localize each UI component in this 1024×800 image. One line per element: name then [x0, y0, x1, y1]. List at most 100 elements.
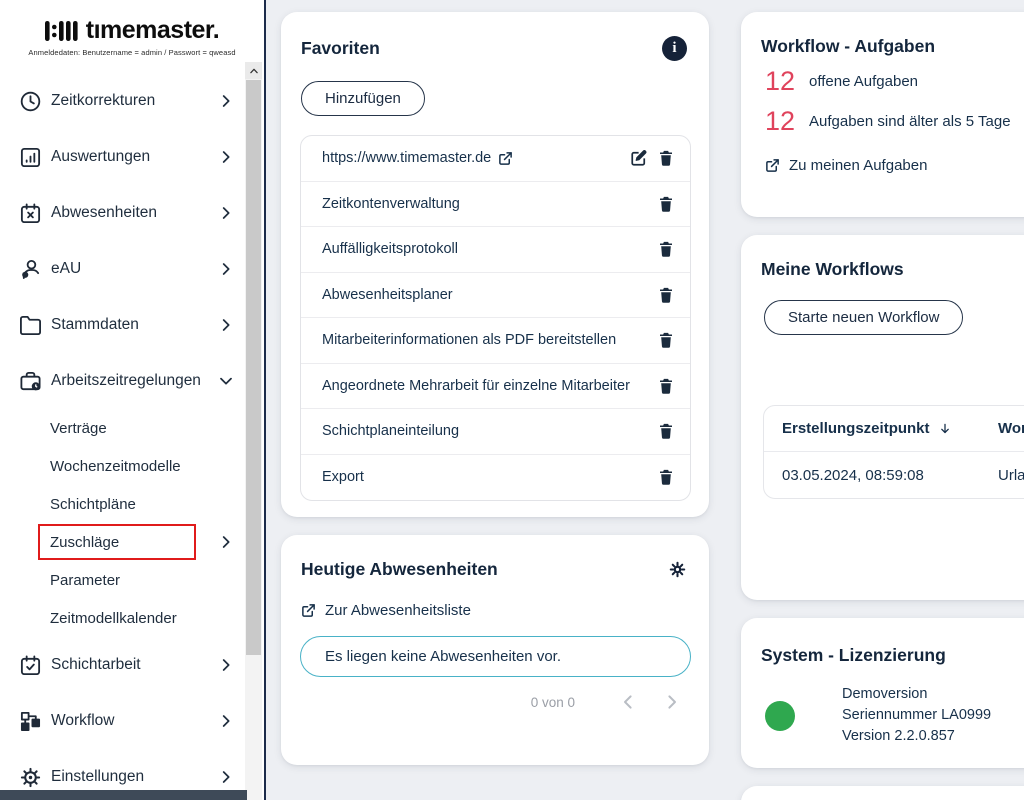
scrollbar-thumb[interactable]: [246, 80, 261, 655]
info-icon[interactable]: [662, 36, 687, 61]
sidebar-subitem-schichtplaene[interactable]: Schichtpläne: [0, 485, 264, 523]
subitem-label: Wochenzeitmodelle: [50, 458, 234, 475]
workflow-table-row[interactable]: 03.05.2024, 08:59:08 Urlaubsantrag: [764, 452, 1024, 498]
scrollbar-up-button[interactable]: [245, 62, 262, 79]
trash-icon[interactable]: [657, 468, 675, 486]
pagination-next-icon[interactable]: [663, 693, 681, 711]
my-tasks-link-label: Zu meinen Aufgaben: [789, 157, 927, 174]
column-header-label: Workflow: [998, 420, 1024, 437]
favorite-label: Auffälligkeitsprotokoll: [322, 241, 458, 257]
sidebar-scrollbar[interactable]: [245, 62, 262, 800]
workflows-table: Erstellungszeitpunkt Workflow 03.05.2024…: [763, 405, 1024, 499]
trash-icon[interactable]: [657, 286, 675, 304]
external-link-icon: [765, 158, 780, 173]
chevron-up-icon: [249, 66, 259, 76]
chevron-right-icon: [218, 261, 234, 277]
favorites-card: Favoriten Hinzufügen https://www.timemas…: [281, 12, 709, 517]
trash-icon[interactable]: [657, 422, 675, 440]
sidebar-subitem-vertraege[interactable]: Verträge: [0, 409, 264, 447]
favorite-label: Schichtplaneinteilung: [322, 423, 459, 439]
trash-icon[interactable]: [657, 195, 675, 213]
favorite-row[interactable]: Abwesenheitsplaner: [301, 273, 690, 319]
favorites-title: Favoriten: [301, 38, 380, 59]
favorite-label: Zeitkontenverwaltung: [322, 196, 460, 212]
briefcase-clock-icon: [19, 370, 42, 393]
sidebar-subitem-zuschlaege[interactable]: Zuschläge: [0, 523, 264, 561]
sort-descending-icon[interactable]: [938, 422, 952, 436]
today-absences-card: Heutige Abwesenheiten Zur Abwesenheitsli…: [281, 535, 709, 765]
license-version: Version 2.2.0.857: [842, 726, 991, 747]
workflows-table-header: Erstellungszeitpunkt Workflow: [764, 406, 1024, 452]
folder-icon: [19, 314, 42, 337]
licensing-title: System - Lizenzierung: [761, 645, 946, 666]
timemaster-logo-icon: [45, 19, 79, 43]
sidebar-subitem-parameter[interactable]: Parameter: [0, 561, 264, 599]
chevron-right-icon: [218, 149, 234, 165]
sidebar-item-zeitkorrekturen[interactable]: Zeitkorrekturen: [0, 73, 264, 129]
brand-logo-text: tımemaster.: [86, 16, 219, 45]
license-details: Demoversion Seriennummer LA0999 Version …: [842, 684, 991, 747]
sidebar-item-label: eAU: [51, 260, 209, 278]
favorite-row[interactable]: Zeitkontenverwaltung: [301, 182, 690, 228]
brand: tımemaster. Anmeldedaten: Benutzername =…: [0, 0, 264, 57]
column-header-created[interactable]: Erstellungszeitpunkt: [764, 420, 998, 437]
sidebar-item-abwesenheiten[interactable]: Abwesenheiten: [0, 185, 264, 241]
sidebar-subitem-wochenzeitmodelle[interactable]: Wochenzeitmodelle: [0, 447, 264, 485]
sidebar-item-auswertungen[interactable]: Auswertungen: [0, 129, 264, 185]
trash-icon[interactable]: [657, 240, 675, 258]
sidebar-item-arbeitszeitregelungen[interactable]: Arbeitszeitregelungen: [0, 353, 264, 409]
favorite-label: https://www.timemaster.de: [322, 150, 491, 166]
sidebar-item-label: Zeitkorrekturen: [51, 92, 209, 110]
open-tasks-count: 12: [765, 66, 798, 97]
sidebar: tımemaster. Anmeldedaten: Benutzername =…: [0, 0, 266, 800]
chevron-right-icon: [218, 769, 234, 785]
trash-icon[interactable]: [657, 331, 675, 349]
absences-pagination: 0 von 0: [281, 693, 681, 711]
sidebar-item-stammdaten[interactable]: Stammdaten: [0, 297, 264, 353]
absence-list-link-label: Zur Abwesenheitsliste: [325, 602, 471, 619]
chevron-right-icon: [218, 317, 234, 333]
favorite-row[interactable]: Export: [301, 455, 690, 501]
trash-icon[interactable]: [657, 377, 675, 395]
absence-list-link[interactable]: Zur Abwesenheitsliste: [301, 602, 709, 619]
sidebar-item-workflow[interactable]: Workflow: [0, 693, 264, 749]
widget-settings-gear-icon[interactable]: [668, 560, 687, 579]
sidebar-subitem-zeitmodellkalender[interactable]: Zeitmodellkalender: [0, 599, 264, 637]
sidebar-item-label: Abwesenheiten: [51, 204, 209, 222]
workflow-icon: [19, 710, 42, 733]
trash-icon[interactable]: [657, 149, 675, 167]
no-absences-message: Es liegen keine Abwesenheiten vor.: [300, 636, 691, 677]
calendar-check-icon: [19, 654, 42, 677]
license-serial: Seriennummer LA0999: [842, 705, 991, 726]
sidebar-item-label: Schichtarbeit: [51, 656, 209, 674]
sidebar-nav: Zeitkorrekturen Auswertungen Abwesenheit…: [0, 73, 264, 800]
sidebar-item-label: Stammdaten: [51, 316, 209, 334]
today-absences-title: Heutige Abwesenheiten: [301, 559, 498, 580]
sidebar-footer-strip: [0, 790, 247, 800]
workflow-tasks-title: Workflow - Aufgaben: [761, 36, 935, 57]
my-tasks-link[interactable]: Zu meinen Aufgaben: [765, 157, 1024, 174]
chevron-right-icon: [218, 713, 234, 729]
subitem-label: Parameter: [50, 572, 234, 589]
favorite-row[interactable]: Mitarbeiterinformationen als PDF bereits…: [301, 318, 690, 364]
favorite-row[interactable]: https://www.timemaster.de: [301, 136, 690, 182]
gear-icon: [19, 766, 42, 789]
column-header-workflow[interactable]: Workflow: [998, 420, 1024, 437]
external-link-icon: [498, 151, 513, 166]
bar-chart-icon: [19, 146, 42, 169]
edit-icon[interactable]: [630, 149, 648, 167]
workflow-type-cell: Urlaubsantrag: [998, 467, 1024, 484]
sidebar-item-eau[interactable]: eAU: [0, 241, 264, 297]
workflow-tasks-card: Workflow - Aufgaben 12 offene Aufgaben 1…: [741, 12, 1024, 217]
license-edition: Demoversion: [842, 684, 991, 705]
sidebar-item-schichtarbeit[interactable]: Schichtarbeit: [0, 637, 264, 693]
chevron-right-icon: [218, 657, 234, 673]
license-status-indicator: [765, 701, 795, 731]
favorite-row[interactable]: Auffälligkeitsprotokoll: [301, 227, 690, 273]
add-favorite-button[interactable]: Hinzufügen: [301, 81, 425, 116]
favorite-row[interactable]: Schichtplaneinteilung: [301, 409, 690, 455]
sidebar-item-label: Workflow: [51, 712, 209, 730]
pagination-prev-icon[interactable]: [619, 693, 637, 711]
start-workflow-button[interactable]: Starte neuen Workflow: [764, 300, 963, 335]
favorite-row[interactable]: Angeordnete Mehrarbeit für einzelne Mita…: [301, 364, 690, 410]
